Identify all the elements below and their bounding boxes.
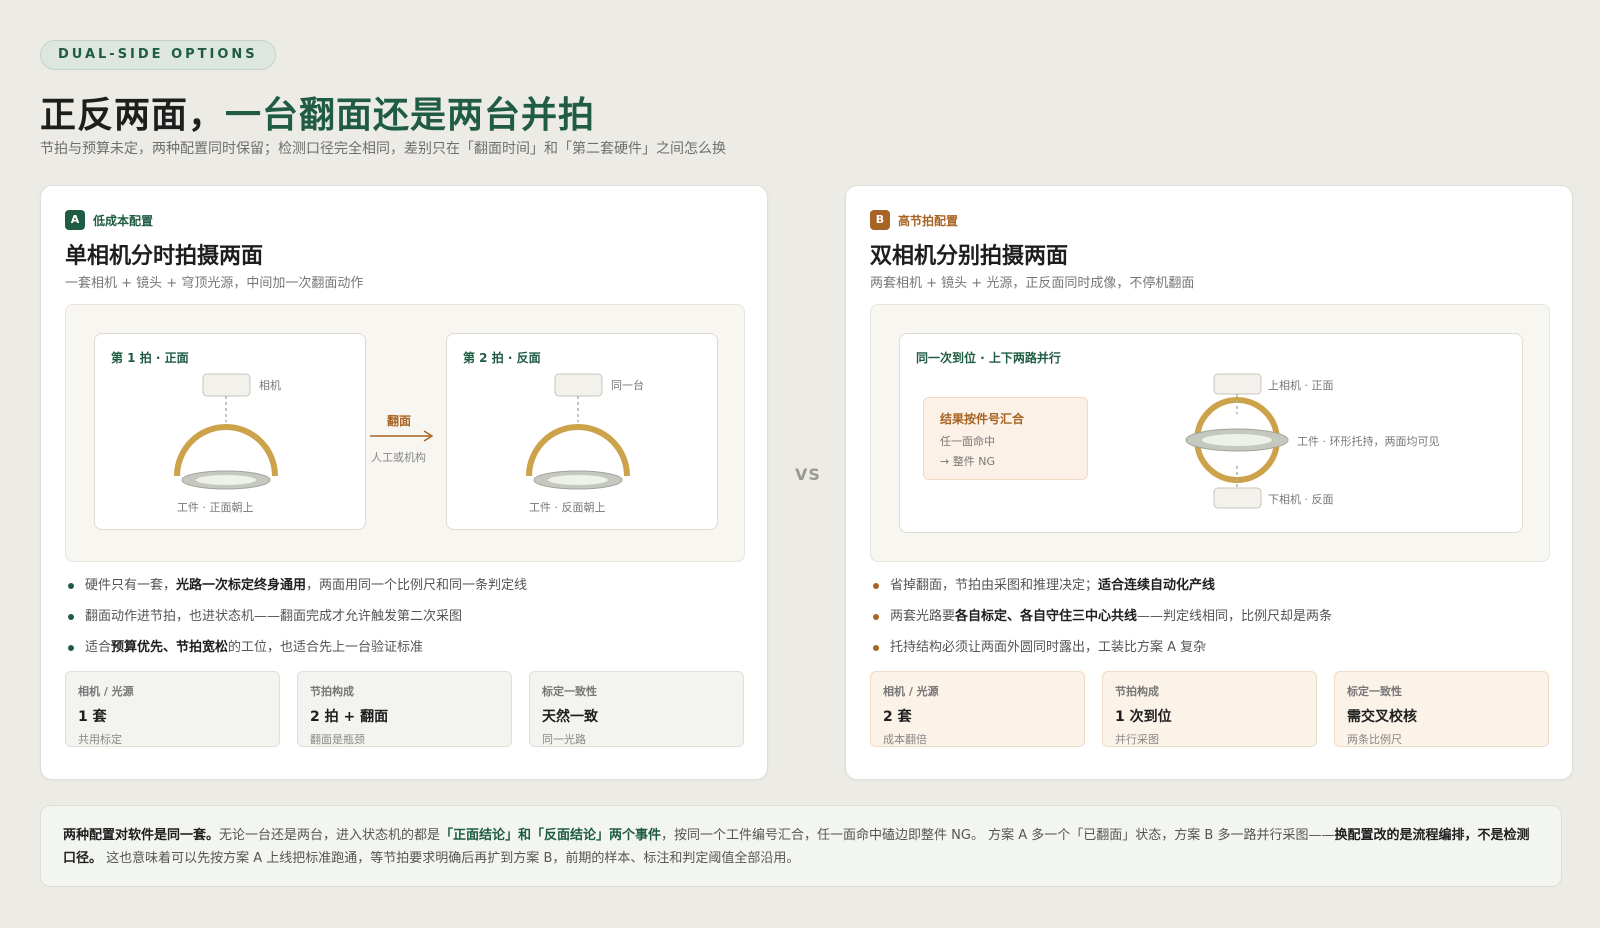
workpiece-label: 工件 · 反面朝上 xyxy=(529,501,606,514)
stat-value: 1 次到位 xyxy=(1115,709,1172,725)
option-b-subtitle: 两套相机 + 镜头 + 光源，正反面同时成像，不停机翻面 xyxy=(870,276,1195,291)
option-b-badge-label: 高节拍配置 xyxy=(898,213,959,228)
camera-label: 相机 xyxy=(259,378,281,392)
list-item: 适合预算优先、节拍宽松的工位，也适合先上一台验证标准 xyxy=(65,640,755,671)
shot-1-box: 第 1 拍 · 正面 相机 工件 · 正面朝上 xyxy=(94,333,366,530)
stat-value: 2 套 xyxy=(883,709,912,725)
stat-value: 天然一致 xyxy=(542,709,598,725)
option-a-card: A 低成本配置 单相机分时拍摄两面 一套相机 + 镜头 + 穹顶光源，中间加一次… xyxy=(40,185,768,780)
option-b-title: 双相机分别拍摄两面 xyxy=(870,244,1069,269)
stat-value: 需交叉校核 xyxy=(1347,709,1417,725)
option-b-badge-letter: B xyxy=(870,210,890,230)
summary-text: 无论一台还是两台，进入状态机的都是 xyxy=(219,828,441,843)
workpiece-label: 工件 · 环形托持，两面均可见 xyxy=(1297,434,1440,448)
shot-2-illustration: 同一台 工件 · 反面朝上 xyxy=(526,373,644,514)
option-a-bullets: 硬件只有一套，光路一次标定终身通用，两面用同一个比例尺和同一条判定线 翻面动作进… xyxy=(65,578,755,671)
stat-note: 翻面是瓶颈 xyxy=(310,733,365,746)
stat-card: 相机 / 光源 2 套 成本翻倍 xyxy=(870,671,1085,747)
flip-label: 翻面 xyxy=(387,414,412,428)
stat-label: 标定一致性 xyxy=(1347,685,1402,698)
camera-label: 同一台 xyxy=(611,378,644,392)
stat-card: 标定一致性 天然一致 同一光路 xyxy=(529,671,744,747)
option-a-diagram: 第 1 拍 · 正面 相机 工件 · 正面朝上 翻面 人工或机构 第 2 拍 ·… xyxy=(65,304,745,562)
top-camera-label: 上相机 · 正面 xyxy=(1268,378,1334,392)
list-item: 硬件只有一套，光路一次标定终身通用，两面用同一个比例尺和同一条判定线 xyxy=(65,578,755,609)
option-b-diagram: 同一次到位 · 上下两路并行 结果按件号汇合 任一面命中 → 整件 NG 上相机… xyxy=(870,304,1550,562)
shot-1-illustration: 相机 工件 · 正面朝上 xyxy=(174,373,281,514)
flip-sub-label: 人工或机构 xyxy=(371,451,426,464)
stat-note: 成本翻倍 xyxy=(883,733,927,746)
option-a-subtitle: 一套相机 + 镜头 + 穹顶光源，中间加一次翻面动作 xyxy=(65,276,364,291)
list-item: 翻面动作进节拍，也进状态机——翻面完成才允许触发第二次采图 xyxy=(65,609,755,640)
stat-note: 共用标定 xyxy=(78,733,122,746)
shot-2-box: 第 2 拍 · 反面 同一台 工件 · 反面朝上 xyxy=(446,333,718,530)
page-title: 正反两面，一台翻面还是两台并拍 xyxy=(40,86,595,138)
option-b-badge: B 高节拍配置 xyxy=(870,210,958,230)
summary-note: 两种配置对软件是同一套。无论一台还是两台，进入状态机的都是「正面结论」和「反面结… xyxy=(40,805,1562,887)
stat-label: 相机 / 光源 xyxy=(883,685,939,698)
section-tag: DUAL-SIDE OPTIONS xyxy=(40,40,276,70)
summary-text: 这也意味着可以先按方案 A 上线把标准跑通，等节拍要求明确后再扩到方案 B，前期… xyxy=(102,851,800,866)
stat-label: 节拍构成 xyxy=(310,685,354,698)
summary-lead: 两种配置对软件是同一套。 xyxy=(63,828,220,843)
stat-label: 相机 / 光源 xyxy=(78,685,134,698)
camera-icon xyxy=(554,373,603,397)
page-subtitle: 节拍与预算未定，两种配置同时保留；检测口径完全相同，差别只在「翻面时间」和「第二… xyxy=(40,141,726,157)
top-camera-icon xyxy=(1213,373,1262,395)
page-title-lead: 正反两面， xyxy=(40,95,226,136)
stat-note: 并行采图 xyxy=(1115,733,1159,746)
camera-icon xyxy=(202,373,251,397)
page-title-accent: 一台翻面还是两台并拍 xyxy=(225,95,596,136)
parallel-illustration: 上相机 · 正面 工件 · 环形托持，两面均可见 下相机 · 反面 xyxy=(1185,373,1440,509)
workpiece-hole xyxy=(196,475,256,485)
workpiece-hole xyxy=(548,475,608,485)
stat-note: 同一光路 xyxy=(542,733,586,746)
stat-label: 节拍构成 xyxy=(1115,685,1159,698)
stat-label: 标定一致性 xyxy=(542,685,597,698)
dome-light-icon xyxy=(526,424,630,477)
option-b-card: B 高节拍配置 双相机分别拍摄两面 两套相机 + 镜头 + 光源，正反面同时成像… xyxy=(845,185,1573,780)
parallel-shot-box: 同一次到位 · 上下两路并行 结果按件号汇合 任一面命中 → 整件 NG 上相机… xyxy=(899,333,1523,533)
workpiece-hole xyxy=(1202,434,1272,446)
bottom-camera-icon xyxy=(1213,487,1262,509)
option-b-bullets: 省掉翻面，节拍由采图和推理决定；适合连续自动化产线 两套光路要各自标定、各自守住… xyxy=(870,578,1560,671)
stat-card: 节拍构成 2 拍 + 翻面 翻面是瓶颈 xyxy=(297,671,512,747)
option-a-title: 单相机分时拍摄两面 xyxy=(65,244,264,269)
option-a-badge: A 低成本配置 xyxy=(65,210,153,230)
summary-text: ，按同一个工件编号汇合，任一面命中磕边即整件 NG。 方案 A 多一个「已翻面」… xyxy=(661,828,1335,843)
workpiece-label: 工件 · 正面朝上 xyxy=(177,501,254,514)
stat-note: 两条比例尺 xyxy=(1347,733,1402,746)
option-a-badge-letter: A xyxy=(65,210,85,230)
stat-value: 2 拍 + 翻面 xyxy=(310,709,389,725)
list-item: 两套光路要各自标定、各自守住三中心共线——判定线相同，比例尺却是两条 xyxy=(870,609,1560,640)
list-item: 托持结构必须让两面外圆同时露出，工装比方案 A 复杂 xyxy=(870,640,1560,671)
stat-card: 节拍构成 1 次到位 并行采图 xyxy=(1102,671,1317,747)
summary-highlight: 「正面结论」和「反面结论」两个事件 xyxy=(440,828,662,843)
flip-arrow-icon xyxy=(370,430,434,442)
list-item: 省掉翻面，节拍由采图和推理决定；适合连续自动化产线 xyxy=(870,578,1560,609)
bottom-camera-label: 下相机 · 反面 xyxy=(1268,492,1334,506)
stat-card: 相机 / 光源 1 套 共用标定 xyxy=(65,671,280,747)
option-a-badge-label: 低成本配置 xyxy=(93,213,154,228)
vs-divider: VS xyxy=(795,465,821,484)
dome-light-icon xyxy=(174,424,278,477)
stat-card: 标定一致性 需交叉校核 两条比例尺 xyxy=(1334,671,1549,747)
stat-value: 1 套 xyxy=(78,709,107,725)
